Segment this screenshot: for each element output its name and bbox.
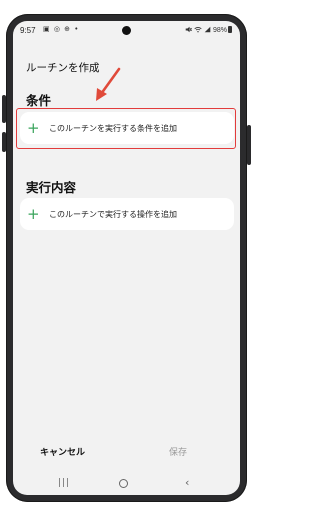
status-bar: 9:57 ▣ ◎ ⊕ • 98% [13,21,240,43]
notification-icons: ▣ ◎ ⊕ • [43,25,80,33]
wifi-icon [194,27,202,33]
annotation-arrow-icon [96,67,121,101]
add-action-label: このルーチンで実行する操作を追加 [49,209,177,219]
status-right: 98% [185,26,232,34]
phone-screen: 9:57 ▣ ◎ ⊕ • 98% ルーチンを作成 条件 + このルーチンを実行す… [13,21,240,495]
bottom-action-bar: キャンセル 保存 [13,445,240,465]
actions-heading: 実行内容 [26,180,77,195]
save-button[interactable]: 保存 [169,445,187,458]
back-icon[interactable]: ‹ [185,476,189,489]
volume-button [2,95,6,123]
add-action-button[interactable]: + このルーチンで実行する操作を追加 [20,198,234,230]
annotation-highlight-box [16,108,236,149]
front-camera-icon [122,26,131,35]
power-button [2,132,6,152]
side-button [247,125,251,165]
battery-percentage: 98% [212,27,227,34]
home-icon[interactable] [119,479,128,488]
signal-icon [204,26,211,33]
conditions-heading: 条件 [26,93,52,108]
status-time: 9:57 [20,26,36,35]
plus-icon: + [27,204,40,223]
page-title: ルーチンを作成 [26,62,100,74]
mute-icon [185,26,193,33]
cancel-button[interactable]: キャンセル [40,445,85,458]
recents-icon[interactable]: ||| [58,478,70,488]
battery-icon [228,26,232,33]
system-nav-bar: ||| ‹ [13,476,240,492]
